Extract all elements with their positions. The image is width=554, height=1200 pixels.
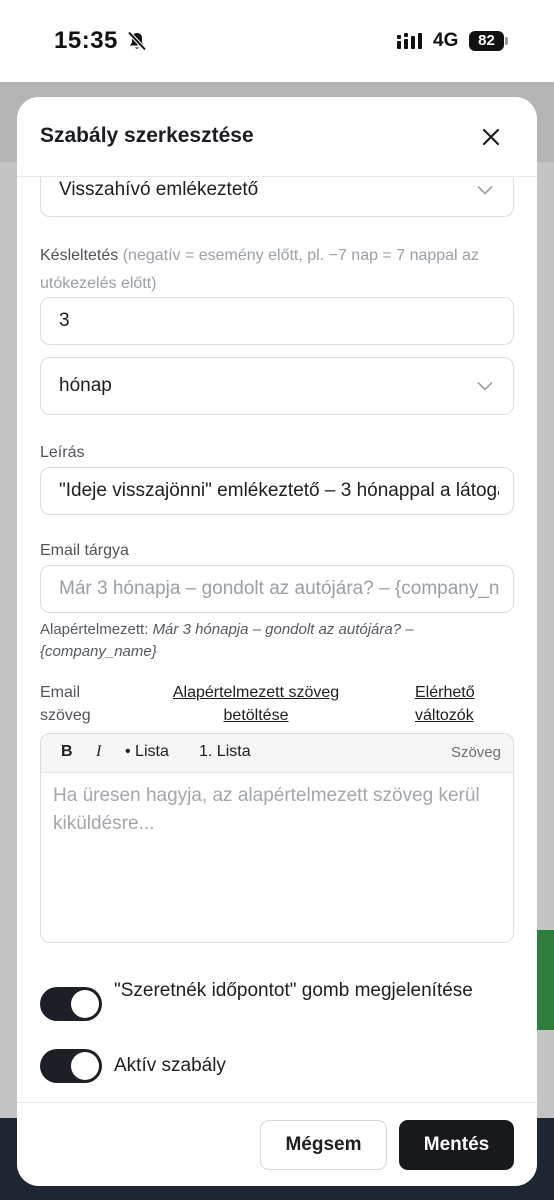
show-appointment-button-toggle[interactable]	[40, 987, 102, 1021]
bold-button[interactable]: B	[61, 743, 73, 761]
load-default-text-link[interactable]: Alapértelmezett szöveg betöltése	[155, 681, 357, 727]
email-body-editor[interactable]: B I • Lista 1. Lista Szöveg Ha üresen ha…	[40, 733, 514, 943]
bell-off-icon	[127, 31, 147, 51]
email-subject-input[interactable]: Már 3 hónapja – gondolt az autójára? – {…	[40, 565, 514, 613]
status-bar: 15:35 4G 82	[0, 0, 554, 82]
email-body-label: Email szöveg	[40, 684, 91, 724]
editor-mode-label[interactable]: Szöveg	[451, 744, 501, 761]
toggle-knob	[71, 990, 99, 1018]
description-label: Leírás	[40, 444, 85, 461]
editor-toolbar: B I • Lista 1. Lista Szöveg	[41, 734, 513, 773]
cancel-button[interactable]: Mégsem	[260, 1120, 387, 1170]
delay-label: Késleltetés (negatív = esemény előtt, pl…	[40, 242, 514, 298]
available-variables-link[interactable]: Elérhető változók	[415, 681, 489, 727]
description-input-value: "Ideje visszajönni" emlékeztető – 3 hóna…	[59, 480, 499, 501]
trigger-select-value: Visszahívó emlékeztető	[59, 179, 259, 200]
close-icon[interactable]	[477, 123, 505, 151]
battery-level: 82	[469, 31, 504, 51]
default-note-prefix: Alapértelmezett:	[40, 621, 153, 638]
delay-unit-select[interactable]: hónap	[40, 357, 514, 415]
background-green-element	[535, 930, 554, 1030]
numbered-list-button[interactable]: 1. Lista	[199, 743, 251, 761]
battery-icon: 82	[469, 31, 509, 51]
chevron-down-icon	[477, 381, 493, 391]
description-input[interactable]: "Ideje visszajönni" emlékeztető – 3 hóna…	[40, 467, 514, 515]
email-subject-label: Email tárgya	[40, 542, 129, 559]
battery-cap	[505, 37, 508, 45]
signal-icon	[397, 33, 422, 49]
toggle-knob	[71, 1052, 99, 1080]
modal-header: Szabály szerkesztése	[17, 97, 537, 177]
chevron-down-icon	[477, 185, 493, 195]
modal-footer: Mégsem Mentés	[17, 1102, 537, 1186]
email-subject-default-note: Alapértelmezett: Már 3 hónapja – gondolt…	[40, 619, 514, 663]
active-rule-toggle[interactable]	[40, 1049, 102, 1083]
modal-body[interactable]: Visszahívó emlékeztető Késleltetés (nega…	[17, 177, 537, 1102]
trigger-select[interactable]: Visszahívó emlékeztető	[40, 177, 514, 217]
delay-unit-value: hónap	[59, 375, 112, 396]
email-body-placeholder: Ha üresen hagyja, az alapértelmezett szö…	[53, 785, 480, 834]
delay-input-value: 3	[59, 310, 70, 331]
delay-input[interactable]: 3	[40, 297, 514, 345]
status-time: 15:35	[54, 27, 118, 54]
network-type: 4G	[433, 30, 459, 51]
italic-button[interactable]: I	[96, 743, 101, 761]
edit-rule-modal: Szabály szerkesztése Visszahívó emlékezt…	[17, 97, 537, 1186]
active-rule-label: Aktív szabály	[114, 1055, 226, 1076]
modal-title: Szabály szerkesztése	[40, 124, 254, 147]
email-subject-placeholder: Már 3 hónapja – gondolt az autójára? – {…	[59, 578, 499, 599]
show-appointment-button-label: "Szeretnék időpontot" gomb megjelenítése	[114, 980, 473, 1001]
delay-label-text: Késleltetés	[40, 247, 119, 264]
bullet-list-button[interactable]: • Lista	[125, 743, 169, 761]
save-button[interactable]: Mentés	[399, 1120, 514, 1170]
